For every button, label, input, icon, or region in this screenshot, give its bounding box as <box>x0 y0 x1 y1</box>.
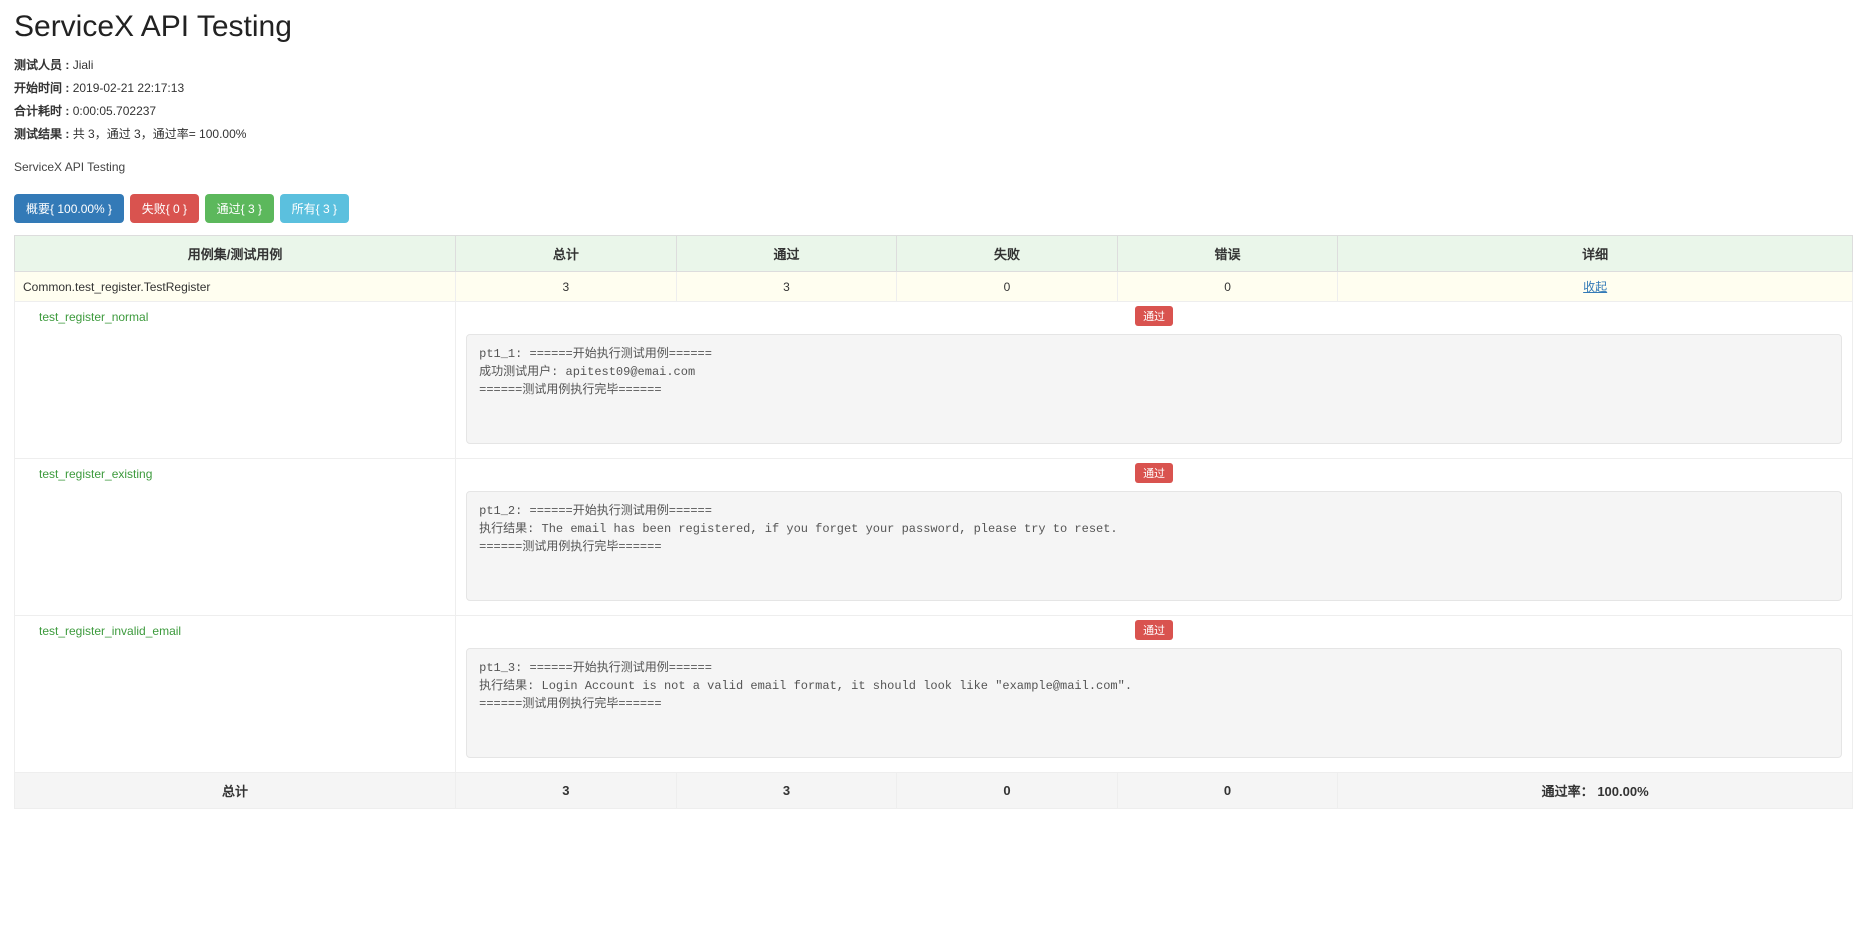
suite-error: 0 <box>1117 272 1338 302</box>
suite-row: Common.test_register.TestRegister 3 3 0 … <box>15 272 1853 302</box>
footer-row: 总计 3 3 0 0 通过率： 100.00% <box>15 773 1853 809</box>
meta-result: 测试结果 : 共 3，通过 3，通过率= 100.00% <box>14 125 1853 142</box>
failed-button[interactable]: 失败{ 0 } <box>130 194 199 223</box>
footer-label: 总计 <box>15 773 456 809</box>
meta-tester-value: Jiali <box>73 58 94 72</box>
col-suite: 用例集/测试用例 <box>15 236 456 272</box>
col-detail: 详细 <box>1338 236 1853 272</box>
log-text: pt1_3: ======开始执行测试用例====== 执行结果: Login … <box>479 659 1829 713</box>
footer-rate-value: 100.00% <box>1597 784 1648 799</box>
meta-duration-label: 合计耗时 : <box>14 104 69 118</box>
test-name: test_register_normal <box>15 302 456 459</box>
suite-total: 3 <box>456 272 677 302</box>
meta-start: 开始时间 : 2019-02-21 22:17:13 <box>14 79 1853 96</box>
suite-name: Common.test_register.TestRegister <box>15 272 456 302</box>
log-box: pt1_3: ======开始执行测试用例====== 执行结果: Login … <box>466 648 1842 758</box>
col-pass: 通过 <box>676 236 897 272</box>
passed-button[interactable]: 通过{ 3 } <box>205 194 274 223</box>
log-box: pt1_2: ======开始执行测试用例====== 执行结果: The em… <box>466 491 1842 601</box>
meta-start-value: 2019-02-21 22:17:13 <box>73 81 184 95</box>
table-header-row: 用例集/测试用例 总计 通过 失败 错误 详细 <box>15 236 1853 272</box>
col-error: 错误 <box>1117 236 1338 272</box>
test-row: test_register_invalid_email 通过 pt1_3: ====… <box>15 616 1853 773</box>
footer-pass: 3 <box>676 773 897 809</box>
test-body: 通过 pt1_3: ======开始执行测试用例====== 执行结果: Logi… <box>456 616 1853 773</box>
log-text: pt1_2: ======开始执行测试用例====== 执行结果: The em… <box>479 502 1829 556</box>
subtitle: ServiceX API Testing <box>14 160 1853 174</box>
log-box: pt1_1: ======开始执行测试用例====== 成功测试用户: apit… <box>466 334 1842 444</box>
collapse-link[interactable]: 收起 <box>1583 280 1607 294</box>
test-body: 通过 pt1_1: ======开始执行测试用例====== 成功测试用户: ap… <box>456 302 1853 459</box>
status-badge: 通过 <box>1135 620 1173 640</box>
meta-duration-value: 0:00:05.702237 <box>73 104 156 118</box>
footer-total: 3 <box>456 773 677 809</box>
footer-rate: 通过率： 100.00% <box>1338 773 1853 809</box>
status-badge: 通过 <box>1135 463 1173 483</box>
test-name: test_register_invalid_email <box>15 616 456 773</box>
suite-detail-cell: 收起 <box>1338 272 1853 302</box>
suite-pass: 3 <box>676 272 897 302</box>
summary-button[interactable]: 概要{ 100.00% } <box>14 194 124 223</box>
meta-tester-label: 测试人员 : <box>14 58 69 72</box>
meta-result-label: 测试结果 : <box>14 127 69 141</box>
col-total: 总计 <box>456 236 677 272</box>
meta-result-value: 共 3，通过 3，通过率= 100.00% <box>73 127 247 141</box>
page-title: ServiceX API Testing <box>14 10 1853 44</box>
test-name: test_register_existing <box>15 459 456 616</box>
suite-fail: 0 <box>897 272 1118 302</box>
test-row: test_register_normal 通过 pt1_1: ======开始执行测… <box>15 302 1853 459</box>
meta-start-label: 开始时间 : <box>14 81 69 95</box>
meta-duration: 合计耗时 : 0:00:05.702237 <box>14 102 1853 119</box>
col-fail: 失败 <box>897 236 1118 272</box>
log-text: pt1_1: ======开始执行测试用例====== 成功测试用户: apit… <box>479 345 1829 399</box>
filter-button-bar: 概要{ 100.00% } 失败{ 0 } 通过{ 3 } 所有{ 3 } <box>14 194 1853 223</box>
footer-fail: 0 <box>897 773 1118 809</box>
test-row: test_register_existing 通过 pt1_2: ======开始执… <box>15 459 1853 616</box>
footer-rate-label: 通过率： <box>1542 784 1594 799</box>
all-button[interactable]: 所有{ 3 } <box>280 194 349 223</box>
footer-error: 0 <box>1117 773 1338 809</box>
status-badge: 通过 <box>1135 306 1173 326</box>
results-table: 用例集/测试用例 总计 通过 失败 错误 详细 Common.test_regi… <box>14 235 1853 809</box>
test-body: 通过 pt1_2: ======开始执行测试用例====== 执行结果: The … <box>456 459 1853 616</box>
meta-tester: 测试人员 : Jiali <box>14 56 1853 73</box>
